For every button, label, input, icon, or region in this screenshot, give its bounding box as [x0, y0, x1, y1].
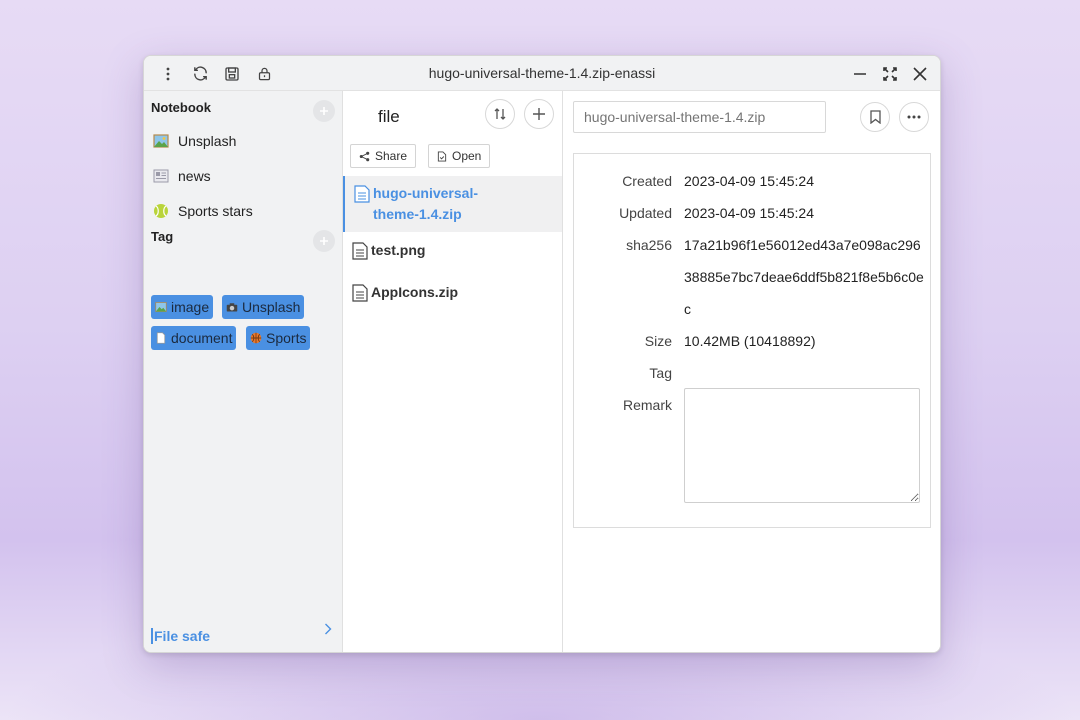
window-title: hugo-universal-theme-1.4.zip-enassi: [428, 65, 656, 81]
notebook-label: Sports stars: [178, 203, 253, 219]
notebook-item-unsplash[interactable]: Unsplash: [153, 130, 236, 152]
sidebar: Notebook Unsplash news Sports stars Tag …: [144, 91, 343, 652]
updated-label: Updated: [619, 205, 672, 221]
file-safe-link[interactable]: File safe: [151, 628, 210, 644]
page-icon: [156, 332, 166, 344]
file-name: test.png: [371, 242, 426, 258]
bookmark-button[interactable]: [860, 102, 890, 132]
share-button[interactable]: Share: [350, 144, 417, 168]
sha256-value-line: c: [684, 301, 691, 317]
tag-pill-sports[interactable]: Sports: [246, 326, 311, 350]
close-icon[interactable]: [910, 64, 930, 84]
minimize-icon[interactable]: [850, 64, 870, 84]
tag-label: Sports: [266, 330, 307, 346]
document-icon: [437, 150, 447, 162]
notebook-label: Unsplash: [178, 133, 237, 149]
tag-pill-document[interactable]: document: [151, 326, 237, 350]
open-button[interactable]: Open: [428, 144, 491, 168]
bookmark-icon: [869, 110, 881, 124]
created-label: Created: [622, 173, 672, 189]
file-info-box: Created 2023-04-09 15:45:24 Updated 2023…: [573, 153, 931, 528]
share-label: Share: [375, 149, 408, 163]
size-label: Size: [644, 333, 672, 349]
share-icon: [359, 151, 370, 161]
file-list-title: file: [378, 107, 400, 126]
maximize-icon[interactable]: [880, 64, 900, 84]
add-file-button[interactable]: [524, 99, 554, 129]
tag-heading: Tag: [151, 229, 174, 244]
basketball-icon: [250, 332, 262, 344]
tag-label: document: [171, 330, 233, 346]
add-tag-button[interactable]: [313, 230, 335, 252]
notebook-item-news[interactable]: news: [153, 165, 211, 187]
tag-label: Unsplash: [242, 299, 301, 315]
file-name-line: theme-1.4.zip: [373, 206, 462, 222]
remark-label: Remark: [622, 397, 672, 413]
camera-icon: [226, 303, 238, 312]
tag-pill-unsplash[interactable]: Unsplash: [222, 295, 305, 319]
sort-icon: [494, 108, 506, 120]
plus-icon: [533, 108, 545, 120]
tag-pill-image[interactable]: image: [151, 295, 214, 319]
notebook-heading: Notebook: [151, 100, 211, 115]
newspaper-icon: [153, 169, 169, 183]
notebook-item-sports-stars[interactable]: Sports stars: [153, 200, 253, 222]
open-label: Open: [452, 149, 482, 163]
file-name: AppIcons.zip: [371, 284, 459, 300]
file-list-panel: file Share Open hugo-universal- theme-1.…: [343, 91, 563, 652]
chevron-right-icon[interactable]: [324, 622, 332, 640]
sha256-label: sha256: [626, 237, 672, 253]
file-name-input[interactable]: [573, 101, 826, 133]
tag-label: Tag: [649, 365, 672, 381]
more-horizontal-icon: [907, 115, 921, 119]
sha256-value-line: 38885e7bc7deae6ddf5b821f8e5b6c0e: [684, 269, 924, 285]
size-value: 10.42MB (10418892): [684, 333, 816, 349]
tennis-ball-icon: [154, 204, 168, 218]
add-notebook-button[interactable]: [313, 100, 335, 122]
file-icon: [352, 242, 368, 260]
more-options-button[interactable]: [899, 102, 929, 132]
file-name-line: hugo-universal-: [373, 185, 479, 201]
sha256-value-line: 17a21b96f1e56012ed43a7e098ac296: [684, 237, 921, 253]
remark-textarea[interactable]: [684, 388, 920, 503]
app-window: hugo-universal-theme-1.4.zip-enassi Note…: [143, 55, 941, 653]
file-item-hugo-universal-theme[interactable]: hugo-universal- theme-1.4.zip: [343, 176, 562, 232]
file-name: hugo-universal- theme-1.4.zip: [373, 183, 478, 225]
picture-icon: [153, 134, 169, 148]
file-icon: [352, 284, 368, 302]
plus-icon: [320, 107, 328, 115]
picture-icon: [155, 302, 167, 312]
window-controls: [850, 56, 930, 91]
tag-label: image: [171, 299, 210, 315]
title-bar: hugo-universal-theme-1.4.zip-enassi: [144, 56, 940, 91]
notebook-label: news: [178, 168, 211, 184]
detail-panel: Created 2023-04-09 15:45:24 Updated 2023…: [563, 91, 940, 652]
plus-icon: [320, 237, 328, 245]
sort-button[interactable]: [485, 99, 515, 129]
updated-value: 2023-04-09 15:45:24: [684, 205, 814, 221]
created-value: 2023-04-09 15:45:24: [684, 173, 814, 189]
file-item-test-png[interactable]: test.png: [343, 240, 562, 270]
file-icon: [354, 185, 370, 203]
file-item-appicons-zip[interactable]: AppIcons.zip: [343, 282, 562, 312]
